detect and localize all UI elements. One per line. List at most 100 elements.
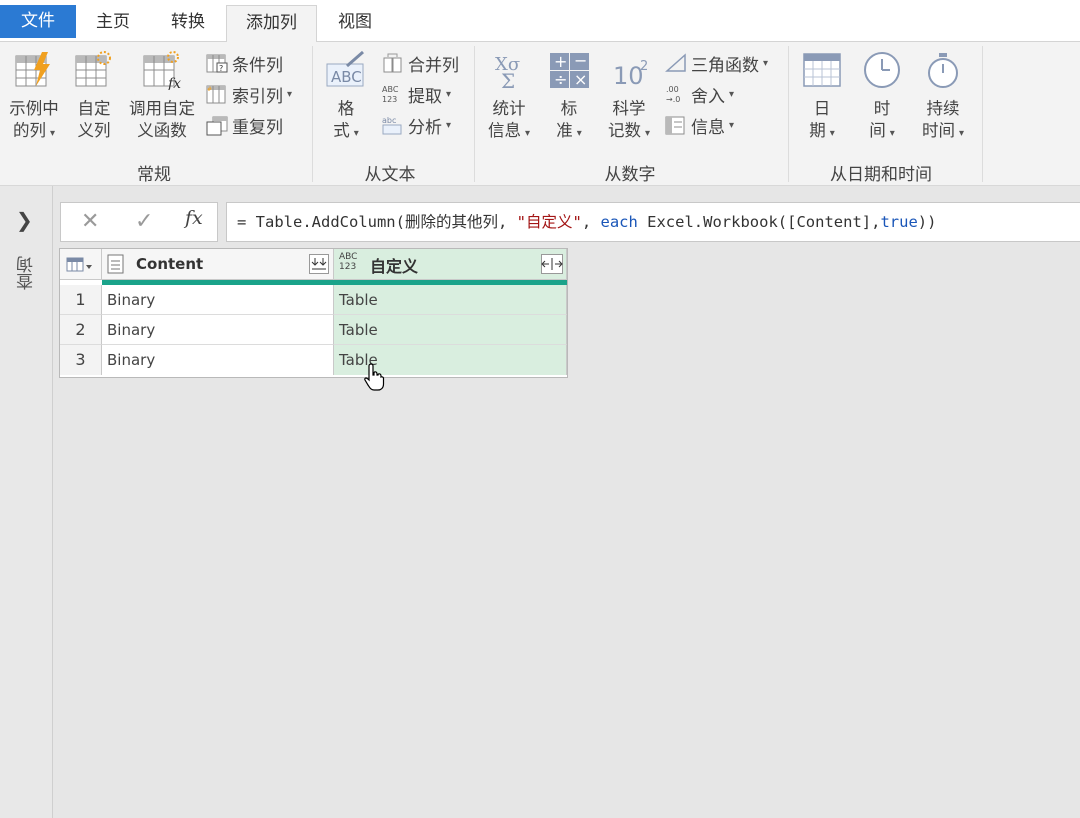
clock-icon [864, 52, 900, 88]
information-label: 信息 [691, 117, 725, 138]
calendar-icon [803, 53, 841, 87]
statistics-button[interactable]: Xσ Σ 统计 信息 ▾ [482, 50, 536, 145]
column-name: 自定义 [370, 257, 419, 276]
standard-operators-icon: + − ÷ × [550, 51, 589, 89]
column-header-content[interactable]: Content [102, 249, 334, 280]
table-cell[interactable]: Binary [102, 285, 334, 315]
type-123: 123 [339, 262, 357, 272]
chevron-down-icon: ▾ [524, 128, 531, 139]
tab-view[interactable]: 视图 [317, 5, 393, 42]
conditional-column-button[interactable]: ? 条件列 [205, 50, 283, 76]
column-from-examples-button[interactable]: 示例中 的列 ▾ [4, 50, 64, 145]
tab-transform[interactable]: 转换 [150, 5, 226, 42]
custom-column-label-1: 自定 [77, 99, 111, 118]
statistics-label-1: 统计 [492, 99, 526, 118]
fx-icon[interactable]: fx [185, 207, 203, 229]
time-label-2: 间 [869, 121, 886, 140]
example-column-label-1: 示例中 [9, 99, 59, 118]
svg-text:123: 123 [382, 95, 397, 104]
expand-table-icon[interactable] [541, 254, 563, 274]
group-label-general: 常规 [137, 165, 171, 185]
duration-button[interactable]: 持续 时间 ▾ [914, 50, 972, 145]
rounding-label: 舍入 [691, 86, 725, 107]
tab-home[interactable]: 主页 [76, 5, 150, 42]
column-header-custom[interactable]: ABC 123 自定义 [334, 249, 567, 280]
tab-add-column[interactable]: 添加列 [226, 5, 317, 43]
formula-text: )) [917, 213, 937, 231]
extract-label: 提取 [408, 86, 442, 107]
svg-text:ABC: ABC [382, 85, 399, 94]
confirm-icon[interactable]: ✓ [135, 209, 153, 234]
formula-bar[interactable]: = Table.AddColumn(删除的其他列, "自定义", each Ex… [226, 202, 1080, 242]
date-label-1: 日 [813, 99, 831, 118]
svg-text:fx: fx [167, 76, 181, 90]
table-cell[interactable]: Table [334, 315, 567, 345]
group-label-from-text: 从文本 [364, 165, 416, 185]
group-separator [982, 46, 983, 182]
date-button[interactable]: 日 期 ▾ [796, 50, 848, 145]
standard-label-2: 准 [556, 121, 573, 140]
time-button[interactable]: 时 间 ▾ [856, 50, 908, 145]
scientific-button[interactable]: 10 2 科学 记数 ▾ [602, 50, 656, 145]
index-column-label: 索引列 [232, 86, 283, 107]
standard-button[interactable]: + − ÷ × 标 准 ▾ [544, 50, 594, 145]
trigonometry-icon [665, 53, 686, 72]
duplicate-column-label: 重复列 [232, 117, 283, 138]
expand-binary-icon[interactable] [309, 254, 329, 274]
duplicate-column-button[interactable]: 重复列 [205, 112, 283, 138]
table-cell[interactable]: Table [334, 285, 567, 315]
group-separator [312, 46, 313, 182]
extract-button[interactable]: ABC 123 提取 ▾ [381, 81, 451, 107]
scientific-label-1: 科学 [612, 99, 646, 118]
format-icon: ABC [326, 50, 364, 87]
cancel-icon[interactable]: ✕ [81, 209, 99, 234]
extract-icon: ABC123 [382, 85, 399, 104]
conditional-column-icon: ? [206, 54, 228, 73]
row-number: 2 [60, 315, 102, 345]
information-button[interactable]: 信息 ▾ [664, 112, 734, 138]
svg-text:.00: .00 [666, 85, 679, 94]
conditional-column-label: 条件列 [232, 55, 283, 76]
trigonometry-button[interactable]: 三角函数 ▾ [664, 50, 768, 76]
rounding-icon: .00→.0 [666, 85, 680, 104]
group-label-from-datetime: 从日期和时间 [830, 165, 932, 185]
data-grid: Content ABC 123 自定义 1 Binary Table 2 Bin… [59, 248, 568, 378]
format-label-2: 式 [333, 121, 350, 140]
svg-text:2: 2 [640, 59, 648, 74]
expand-pane-icon[interactable]: ❯ [16, 208, 33, 232]
chevron-down-icon: ▾ [958, 128, 965, 139]
chevron-down-icon: ▾ [287, 88, 293, 100]
merge-columns-button[interactable]: 合并列 [381, 50, 459, 76]
hand-cursor-icon [364, 363, 385, 391]
chevron-down-icon: ▾ [446, 88, 452, 100]
svg-text:10: 10 [613, 62, 644, 90]
standard-label-1: 标 [560, 99, 578, 118]
custom-column-button[interactable]: 自定 义列 [70, 50, 118, 142]
table-cell[interactable]: Binary [102, 345, 334, 375]
parse-button[interactable]: abc 分析 ▾ [381, 112, 451, 138]
formula-text: , [581, 213, 601, 231]
invoke-custom-function-button[interactable]: fx 调用自定 义函数 [124, 50, 200, 142]
table-icon [66, 257, 92, 272]
custom-column-icon [75, 51, 111, 87]
index-column-button[interactable]: # 索引列 ▾ [205, 81, 292, 107]
statistics-icon: Xσ Σ [495, 54, 520, 90]
trigonometry-label: 三角函数 [691, 55, 759, 76]
time-label-1: 时 [873, 99, 891, 118]
table-cell[interactable]: Binary [102, 315, 334, 345]
chevron-down-icon: ▾ [729, 88, 735, 100]
chevron-down-icon: ▾ [576, 128, 582, 139]
svg-text:?: ? [219, 64, 223, 73]
format-button[interactable]: ABC 格 式 ▾ [320, 50, 372, 145]
rounding-button[interactable]: .00 →.0 舍入 ▾ [664, 81, 734, 107]
parse-icon: abc [382, 116, 402, 135]
tab-file[interactable]: 文件 [0, 5, 76, 38]
list-type-icon [107, 254, 124, 274]
table-menu-button[interactable] [60, 249, 102, 280]
column-name: Content [136, 255, 204, 273]
group-label-from-number: 从数字 [604, 165, 656, 185]
formula-text: Excel.Workbook([Content], [637, 213, 881, 231]
row-number: 1 [60, 285, 102, 315]
ribbon: 示例中 的列 ▾ 自定 义列 fx 调用自定 义函数 ? 条件列 # 索引列 ▾… [0, 42, 1080, 186]
merge-columns-icon [383, 53, 402, 73]
